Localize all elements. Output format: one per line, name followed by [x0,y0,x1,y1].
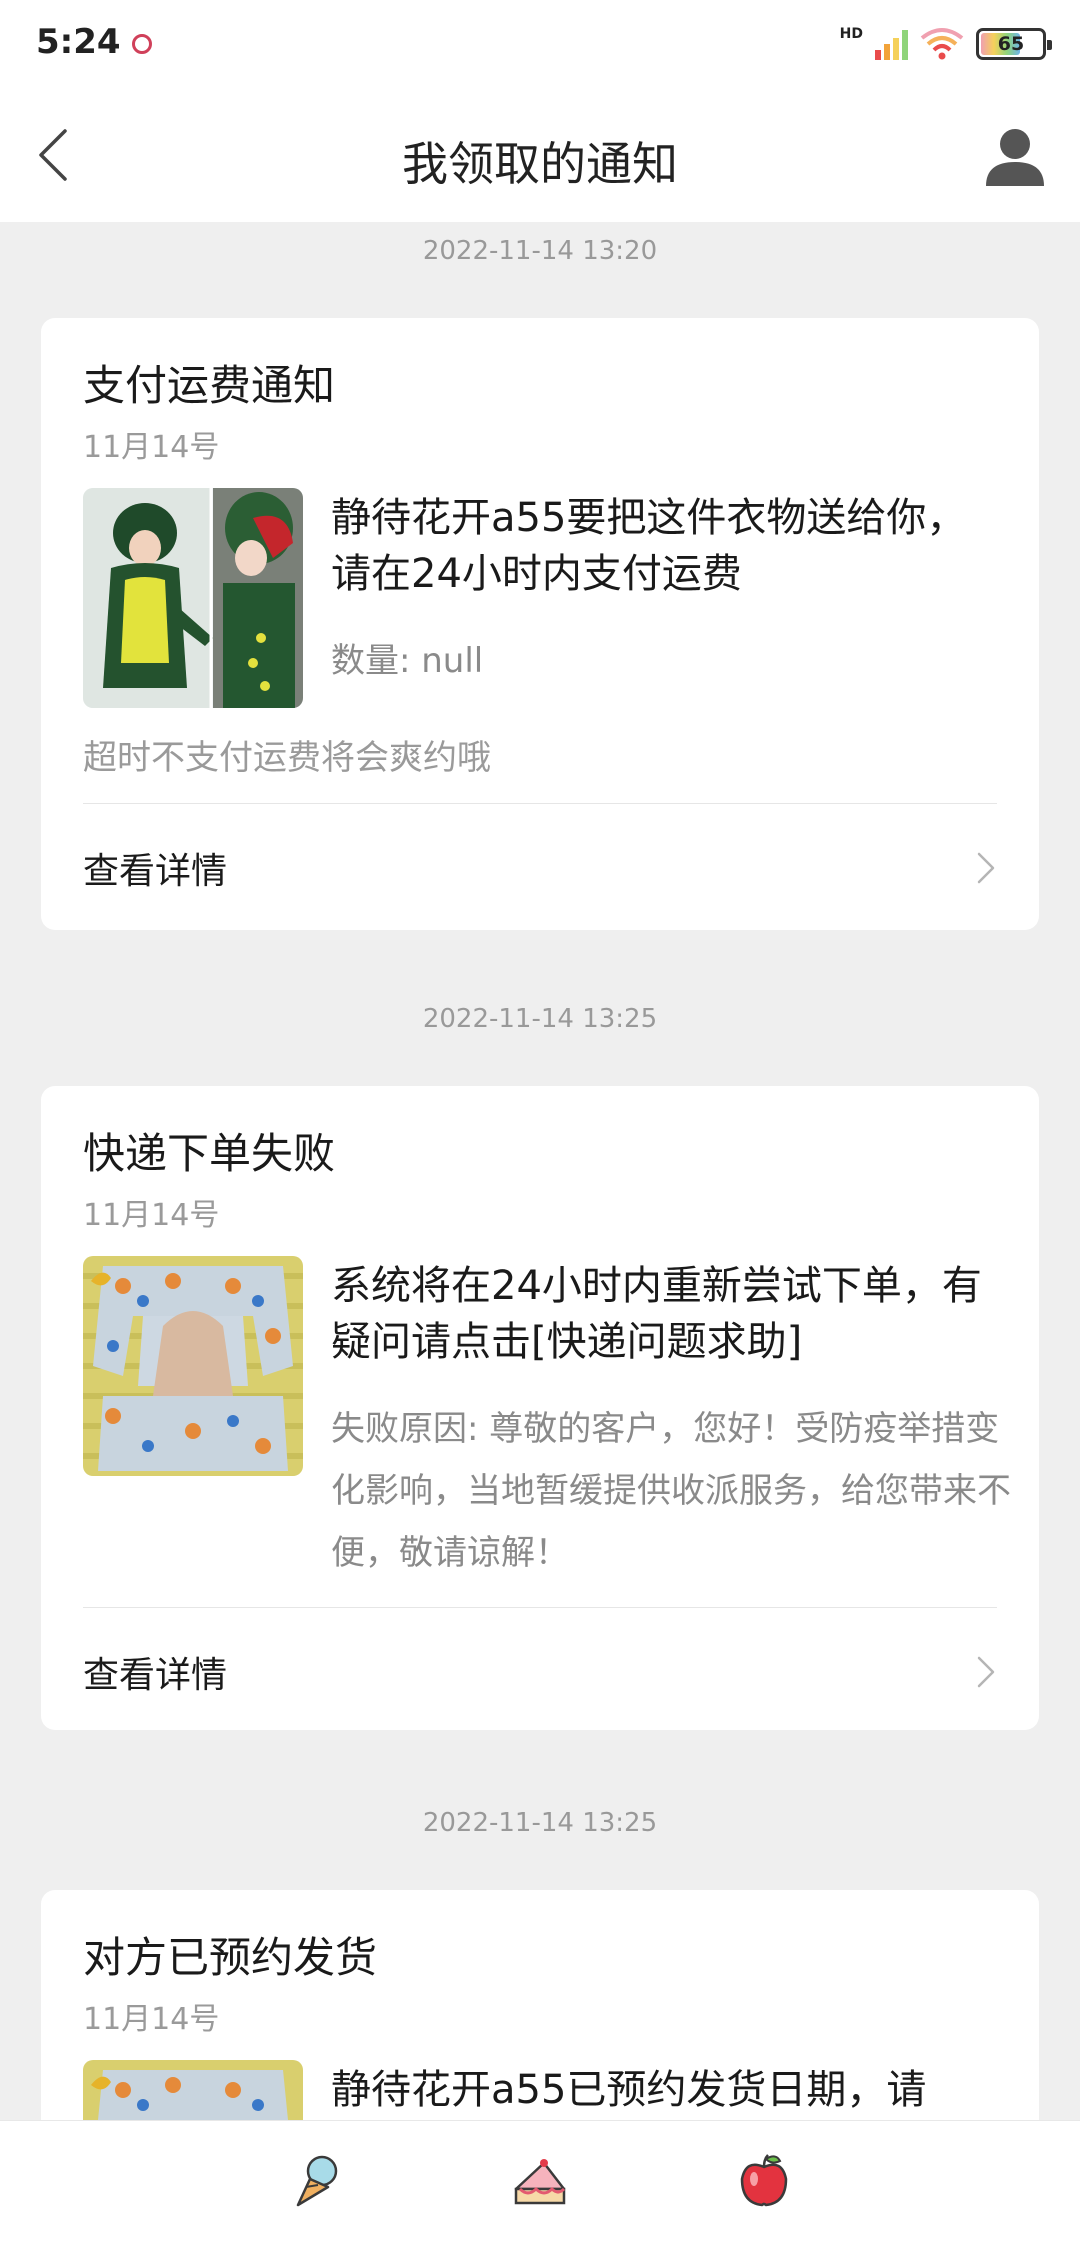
card-note: 超时不支付运费将会爽约哦 [83,738,491,778]
card-message: 系统将在24小时内重新尝试下单，有疑问请点击[快递问题求助] [331,1263,982,1365]
card-message: 静待花开a55已预约发货日期，请 [331,2067,927,2113]
bottom-nav-apple[interactable] [732,2149,796,2213]
card-message: 静待花开a55要把这件衣物送给你，请在24小时内支付运费 [331,495,967,597]
pajamas-image [83,1256,303,1476]
profile-button[interactable] [980,120,1050,190]
apple-icon [740,2154,788,2207]
card-date: 11月14号 [83,430,220,465]
status-bar: 5:24 HD 65 [0,0,1080,90]
card-title: 对方已预约发货 [83,1933,378,1982]
view-details-label: 查看详情 [83,851,228,892]
view-details-button[interactable]: 查看详情 [41,804,1039,924]
view-details-button[interactable]: 查看详情 [41,1608,1039,1728]
card-date: 11月14号 [83,1198,220,1233]
card-title: 支付运费通知 [83,361,336,410]
notification-card: 支付运费通知 11月14号 静待花开a55要把这件衣物送给你，请在24小时内支付… [41,318,1039,930]
chevron-right-icon [977,1656,995,1688]
status-time: 5:24 [36,22,121,62]
signal-icon [875,28,908,60]
user-icon [986,129,1044,186]
bottom-nav-cake[interactable] [508,2149,572,2213]
timestamp: 2022-11-14 13:25 [422,1808,658,1838]
bottom-bar [0,2120,1080,2248]
card-detail: 数量: null [331,641,484,681]
card-title: 快递下单失败 [83,1129,336,1178]
item-thumbnail[interactable] [83,1256,303,1476]
item-thumbnail[interactable] [83,488,303,708]
wifi-icon [920,28,964,60]
chevron-right-icon [977,852,995,884]
dinosaur-costume-image [83,488,303,708]
notification-card: 快递下单失败 11月14号 系统将在24小时内重新尝试下单，有疑问请点击[快递问… [41,1086,1039,1730]
timestamp: 2022-11-14 13:25 [422,1004,658,1034]
card-detail: 失败原因: 尊敬的客户，您好！受防疫举措变化影响，当地暂缓提供收派服务，给您带来… [331,1409,1011,1573]
battery-icon: 65 [976,28,1052,60]
ice-cream-icon [296,2155,338,2207]
header: 我领取的通知 [0,90,1080,222]
page-title: 我领取的通知 [402,137,678,191]
timestamp: 2022-11-14 13:20 [422,236,658,266]
status-icons: HD 65 [839,22,1052,66]
network-type-label: HD [839,26,863,42]
bottom-nav-ice-cream[interactable] [284,2149,348,2213]
notification-dot-icon [132,34,152,54]
card-date: 11月14号 [83,2002,220,2037]
view-details-label: 查看详情 [83,1655,228,1696]
cake-icon [514,2159,566,2205]
battery-level: 65 [997,33,1025,55]
